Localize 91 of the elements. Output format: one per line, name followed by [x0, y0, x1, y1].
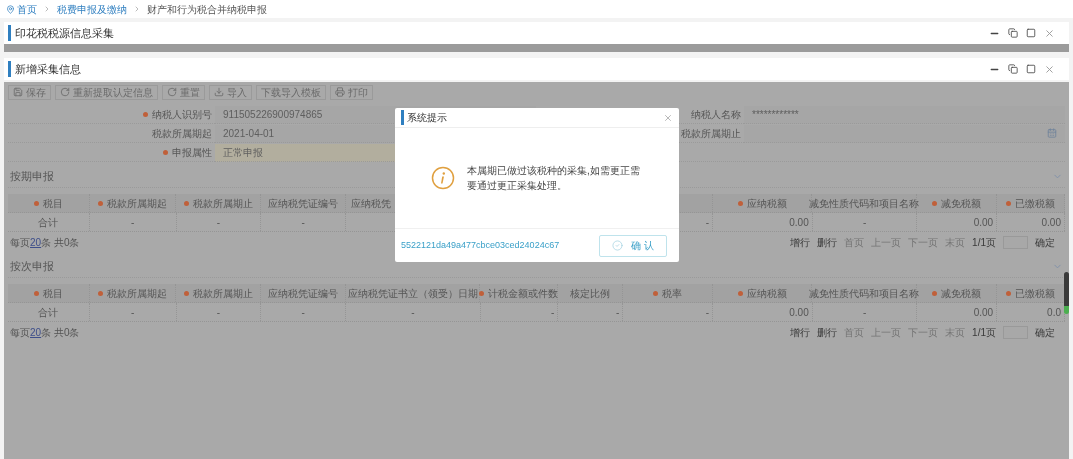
- table-cell-text: -: [862, 215, 867, 230]
- field-label: 税款所属期止: [681, 126, 741, 141]
- trace-id: 5522121da49a477cbce03ced24024c67: [401, 238, 560, 252]
- download-icon: [214, 87, 224, 97]
- column-header: 税率: [662, 286, 682, 301]
- column-header: 应纳税凭: [350, 196, 391, 211]
- table-cell-text: 合计: [38, 215, 59, 230]
- breadcrumb-link[interactable]: 首页: [17, 1, 37, 17]
- row-action-button[interactable]: 删行: [817, 234, 838, 250]
- table-cell-text: -: [130, 305, 135, 320]
- breadcrumb-link[interactable]: 税费申报及缴纳: [57, 1, 127, 17]
- breadcrumb-chevron-icon: [133, 5, 141, 13]
- table-cell-text: -: [551, 305, 555, 320]
- page-size-link[interactable]: 20: [30, 326, 42, 338]
- table-cell-text: -: [705, 215, 709, 230]
- printer-icon: [335, 87, 345, 97]
- table-cell-text: 合计: [38, 305, 59, 320]
- column-header: 税款所属期起: [107, 286, 168, 301]
- row-action-button[interactable]: 增行: [790, 234, 811, 250]
- table-cell-text: 0.0: [1047, 305, 1061, 320]
- location-icon: [6, 4, 15, 14]
- table-cell-text: -: [216, 305, 221, 320]
- column-header: 税款所属期止: [192, 286, 253, 301]
- page-size-text: 每页20条 共0条: [10, 235, 80, 250]
- toolbar-button[interactable]: 保存: [8, 84, 51, 100]
- refresh-icon: [60, 87, 70, 97]
- column-header: 应纳税额: [746, 196, 787, 211]
- toolbar-button[interactable]: 导入: [209, 84, 252, 100]
- field-label: 纳税人名称: [691, 107, 741, 122]
- row-action-button[interactable]: 删行: [817, 324, 838, 340]
- page-size-link[interactable]: 20: [30, 236, 42, 248]
- close-icon[interactable]: [1044, 27, 1055, 39]
- column-header: 税款所属期起: [107, 196, 168, 211]
- restore-icon[interactable]: [1008, 28, 1018, 38]
- table-cell-text: 0.00: [973, 215, 994, 230]
- confirm-button[interactable]: 确 认: [599, 234, 667, 257]
- table-cell-text: -: [862, 305, 867, 320]
- page-size-text: 每页20条 共0条: [10, 325, 80, 340]
- go-button[interactable]: 确定: [1035, 234, 1055, 250]
- column-header: 已缴税额: [1015, 286, 1056, 301]
- maximize-icon[interactable]: [1026, 28, 1036, 38]
- section-title: 按期申报: [9, 169, 54, 185]
- column-header: 应纳税额: [746, 286, 787, 301]
- column-header: 计税金额或件数: [488, 286, 559, 301]
- calendar-icon[interactable]: [1047, 128, 1057, 138]
- breadcrumb-current: 财产和行为税合并纳税申报: [147, 2, 267, 17]
- table-cell-text: -: [130, 215, 135, 230]
- dialog-message: 本属期已做过该税种的采集,如需更正需要通过更正采集处理。: [467, 164, 641, 193]
- page-info: 1/1页: [972, 235, 996, 250]
- column-header: 应纳税凭证编号: [267, 286, 338, 301]
- table-cell-text: -: [411, 305, 415, 320]
- column-header: 核定比例: [570, 286, 611, 301]
- scrollbar[interactable]: [1064, 272, 1069, 314]
- table-cell-text: 0.00: [789, 305, 809, 320]
- column-header: 已缴税额: [1015, 196, 1056, 211]
- field-label: 申报属性: [172, 145, 212, 160]
- table-cell-text: -: [301, 305, 305, 320]
- table-cell-text: -: [615, 305, 620, 320]
- column-header: 减免税额: [941, 196, 982, 211]
- close-icon[interactable]: [663, 112, 673, 123]
- column-header: 税款所属期止: [192, 196, 253, 211]
- row-action-button[interactable]: 增行: [790, 324, 811, 340]
- panel-title: 新增采集信息: [8, 60, 81, 78]
- column-header: 应纳税凭证书立（领受）日期: [347, 286, 478, 301]
- column-header: 减免性质代码和项目名称: [809, 196, 920, 211]
- page-info: 1/1页: [972, 325, 996, 340]
- close-icon[interactable]: [1044, 63, 1055, 75]
- breadcrumb-chevron-icon: [43, 5, 51, 13]
- field-label: 税款所属期起: [152, 126, 212, 141]
- column-header: 减免性质代码和项目名称: [809, 286, 920, 301]
- table-cell-text: 0.00: [973, 305, 994, 320]
- table-cell-text: 0.00: [789, 215, 809, 230]
- save-icon: [13, 87, 23, 97]
- column-header: 税目: [42, 286, 63, 301]
- column-header: 税目: [42, 196, 63, 211]
- table-cell-text: -: [705, 305, 709, 320]
- column-header: 减免税额: [941, 286, 982, 301]
- check-icon: [612, 240, 624, 251]
- go-button[interactable]: 确定: [1035, 324, 1055, 340]
- section-title: 按次申报: [9, 259, 54, 275]
- column-header: 应纳税凭证编号: [268, 196, 339, 211]
- panel-title: 印花税税源信息采集: [8, 24, 114, 42]
- table-cell-text: -: [216, 215, 221, 230]
- table-cell-text: -: [301, 215, 305, 230]
- dialog-title: 系统提示: [401, 110, 447, 125]
- info-icon: [431, 166, 455, 190]
- restore-icon[interactable]: [1008, 64, 1018, 74]
- maximize-icon[interactable]: [1026, 64, 1036, 74]
- field-label: 纳税人识别号: [152, 107, 212, 122]
- refresh-icon: [167, 87, 177, 97]
- table-cell-text: 0.00: [1041, 215, 1061, 230]
